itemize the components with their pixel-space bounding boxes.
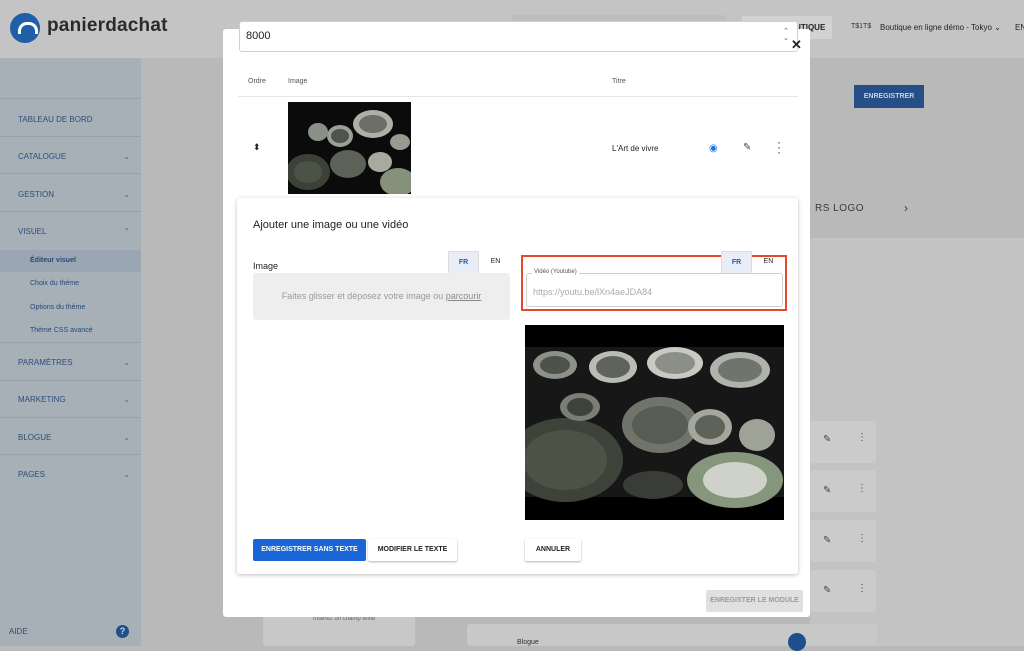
media-preview-image bbox=[525, 325, 784, 520]
sidebar bbox=[0, 58, 141, 646]
row-thumbnail-image bbox=[288, 102, 411, 194]
close-icon[interactable]: ✕ bbox=[791, 37, 802, 53]
save-without-text-button[interactable]: ENREGISTRER SANS TEXTE bbox=[253, 539, 366, 561]
sidebar-item-label: MARKETING bbox=[18, 395, 66, 404]
sidebar-divider bbox=[0, 417, 141, 418]
eye-icon[interactable] bbox=[788, 633, 806, 651]
chevron-down-icon: ⌄ bbox=[123, 190, 130, 199]
sidebar-item-label: GESTION bbox=[18, 190, 55, 199]
image-field-label: Image bbox=[253, 261, 279, 271]
sidebar-item-catalogue[interactable]: CATALOGUE ⌄ bbox=[18, 152, 130, 161]
divider bbox=[238, 96, 798, 97]
sidebar-subitem-visual-editor[interactable]: Éditeur visuel bbox=[30, 257, 76, 264]
sidebar-item-label: CATALOGUE bbox=[18, 152, 67, 161]
sidebar-item-marketing[interactable]: MARKETING ⌄ bbox=[18, 395, 130, 404]
sidebar-item-gestion[interactable]: GESTION ⌄ bbox=[18, 190, 130, 199]
image-lang-tab-en[interactable]: EN bbox=[480, 251, 511, 273]
video-url-placeholder: https://youtu.be/lXn4aeJDA84 bbox=[533, 287, 653, 297]
language-switcher[interactable]: EN bbox=[1015, 23, 1024, 32]
chevron-up-icon: ⌃ bbox=[123, 227, 130, 236]
sidebar-divider bbox=[0, 136, 141, 137]
more-vertical-icon[interactable]: ⋮ bbox=[857, 533, 867, 544]
sidebar-subitem-advanced-css[interactable]: Thème CSS avancé bbox=[30, 327, 93, 334]
edit-icon[interactable]: ✎ bbox=[823, 585, 831, 596]
column-header-title: Titre bbox=[612, 78, 626, 85]
chevron-down-icon: ⌄ bbox=[994, 23, 1001, 32]
save-module-button[interactable]: ENREGISTER LE MODULE bbox=[706, 590, 803, 612]
edit-icon[interactable]: ✎ bbox=[823, 485, 831, 496]
chevron-down-icon: ⌄ bbox=[123, 433, 130, 442]
sidebar-divider bbox=[0, 98, 141, 99]
spinner-arrows-icon[interactable]: ⌃ ⌄ bbox=[783, 28, 789, 42]
more-vertical-icon[interactable]: ⋮ bbox=[857, 432, 867, 443]
sidebar-item-dashboard[interactable]: TABLEAU DE BORD bbox=[18, 115, 130, 124]
edit-icon[interactable]: ✎ bbox=[823, 535, 831, 546]
sidebar-divider bbox=[0, 380, 141, 381]
dropzone-text: Faites glisser et déposez votre image ou bbox=[281, 291, 444, 301]
store-selector-label: Boutique en ligne démo - Tokyo bbox=[880, 23, 992, 32]
help-icon[interactable]: ? bbox=[116, 625, 129, 638]
sidebar-item-label: VISUEL bbox=[18, 227, 47, 236]
sidebar-subitem-theme-choice[interactable]: Choix du thème bbox=[30, 280, 79, 287]
sidebar-item-label: PAGES bbox=[18, 470, 45, 479]
chevron-down-icon: ⌄ bbox=[123, 470, 130, 479]
image-dropzone[interactable]: Faites glisser et déposez votre image ou… bbox=[253, 273, 510, 320]
sidebar-item-parametres[interactable]: PARAMÈTRES ⌄ bbox=[18, 358, 130, 367]
video-field-label: Vidéo (Youtube) bbox=[532, 269, 579, 275]
store-selector[interactable]: Boutique en ligne démo - Tokyo ⌄ bbox=[880, 23, 1001, 32]
column-header-order: Ordre bbox=[248, 78, 266, 85]
video-lang-tab-fr[interactable]: FR bbox=[721, 251, 752, 273]
video-lang-tab-en[interactable]: EN bbox=[753, 251, 784, 273]
brand-name: panierdachat bbox=[47, 15, 168, 36]
chevron-down-icon: ⌄ bbox=[123, 358, 130, 367]
blog-row-label: Blogue bbox=[517, 639, 539, 646]
more-vertical-icon[interactable]: ⋮ bbox=[857, 583, 867, 594]
cancel-button[interactable]: ANNULER bbox=[525, 539, 581, 561]
sidebar-divider bbox=[0, 211, 141, 212]
chevron-right-icon[interactable]: › bbox=[904, 201, 908, 215]
sidebar-item-label: BLOGUE bbox=[18, 433, 52, 442]
more-vertical-icon[interactable]: ⋮ bbox=[857, 483, 867, 494]
edit-icon[interactable]: ✎ bbox=[743, 142, 751, 153]
number-input[interactable] bbox=[239, 21, 798, 52]
brand-logo-icon bbox=[10, 13, 40, 43]
module-tabs[interactable]: RS LOGO bbox=[815, 203, 864, 214]
chevron-down-icon: ⌄ bbox=[123, 152, 130, 161]
edit-icon[interactable]: ✎ bbox=[823, 434, 831, 445]
browse-link[interactable]: parcourir bbox=[446, 291, 482, 301]
sidebar-item-visuel[interactable]: VISUEL ⌃ bbox=[18, 227, 130, 236]
more-vertical-icon[interactable]: · · · bbox=[776, 136, 782, 158]
number-input-value: 8000 bbox=[246, 30, 271, 42]
sidebar-divider bbox=[0, 454, 141, 455]
column-header-image: Image bbox=[288, 78, 308, 85]
card-title: Ajouter une image ou une vidéo bbox=[253, 219, 409, 231]
sidebar-item-label: PARAMÈTRES bbox=[18, 358, 73, 367]
chevron-down-icon: ⌄ bbox=[123, 395, 130, 404]
eye-icon[interactable]: ◉ bbox=[709, 143, 718, 154]
drag-handle-icon[interactable]: ⬍ bbox=[253, 142, 261, 153]
sidebar-subitem-theme-options[interactable]: Options du thème bbox=[30, 304, 85, 311]
sidebar-divider bbox=[0, 342, 141, 343]
edit-text-button[interactable]: MODIFIER LE TEXTE bbox=[368, 539, 457, 561]
sidebar-item-pages[interactable]: PAGES ⌄ bbox=[18, 470, 130, 479]
row-title: L'Art de vivre bbox=[612, 144, 659, 153]
image-lang-tab-fr[interactable]: FR bbox=[448, 251, 479, 273]
sidebar-divider bbox=[0, 173, 141, 174]
save-button[interactable]: ENREGISTRER bbox=[854, 85, 924, 108]
sidebar-item-blogue[interactable]: BLOGUE ⌄ bbox=[18, 433, 130, 442]
store-badge: T$1T$ bbox=[851, 23, 872, 30]
sidebar-item-label: TABLEAU DE BORD bbox=[18, 115, 93, 124]
help-link[interactable]: AIDE bbox=[9, 627, 28, 636]
